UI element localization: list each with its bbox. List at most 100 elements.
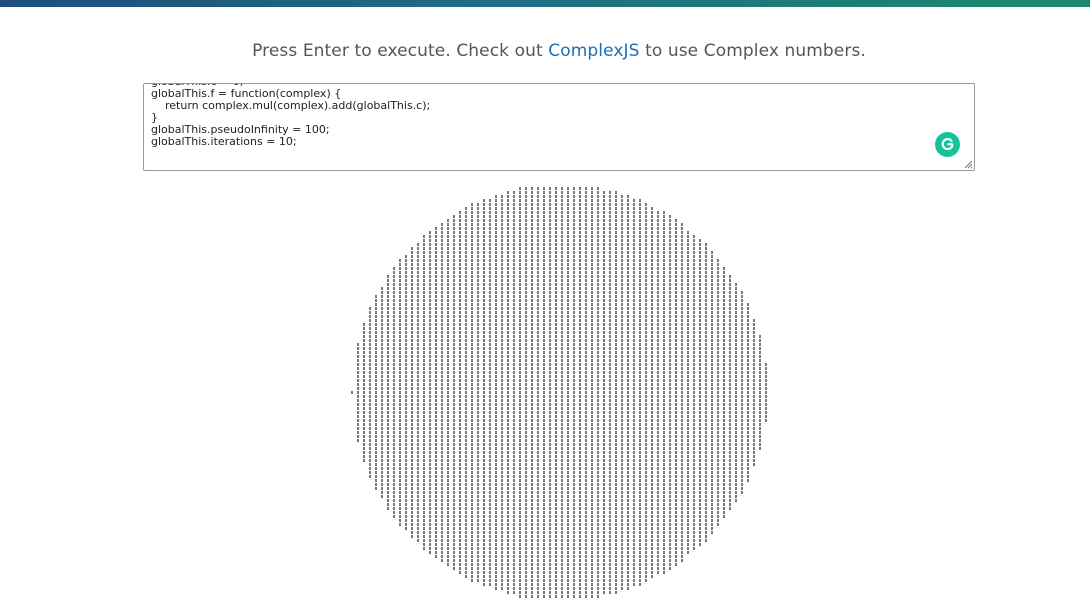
plot-dot [441, 543, 443, 546]
plot-dot [459, 387, 461, 390]
plot-dot [675, 287, 677, 290]
plot-dot [615, 299, 617, 302]
plot-dot [513, 227, 515, 230]
plot-dot [597, 311, 599, 314]
plot-dot [615, 239, 617, 242]
plot-dot [555, 455, 557, 458]
plot-dot [465, 547, 467, 550]
plot-dot [633, 411, 635, 414]
plot-dot [495, 235, 497, 238]
plot-dot [687, 459, 689, 462]
plot-dot [627, 239, 629, 242]
plot-dot [621, 411, 623, 414]
plot-dot [639, 275, 641, 278]
plot-dot [465, 435, 467, 438]
plot-dot [693, 355, 695, 358]
plot-dot [537, 339, 539, 342]
plot-dot [567, 383, 569, 386]
plot-dot [483, 411, 485, 414]
plot-dot [471, 263, 473, 266]
plot-dot [615, 327, 617, 330]
plot-dot [693, 435, 695, 438]
plot-dot [459, 235, 461, 238]
plot-dot [537, 463, 539, 466]
plot-dot [525, 479, 527, 482]
plot-dot [489, 219, 491, 222]
plot-dot [501, 471, 503, 474]
plot-dot [465, 215, 467, 218]
plot-dot [501, 551, 503, 554]
plot-dot [537, 199, 539, 202]
plot-dot [393, 435, 395, 438]
plot-dot [639, 287, 641, 290]
plot-dot [639, 563, 641, 566]
plot-dot [579, 479, 581, 482]
plot-dot [429, 547, 431, 550]
plot-dot [537, 323, 539, 326]
plot-dot [477, 479, 479, 482]
plot-dot [567, 519, 569, 522]
plot-dot [489, 327, 491, 330]
plot-dot [573, 415, 575, 418]
plot-dot [429, 267, 431, 270]
plot-dot [435, 523, 437, 526]
plot-dot [537, 299, 539, 302]
plot-dot [687, 367, 689, 370]
plot-dot [687, 467, 689, 470]
plot-dot [633, 211, 635, 214]
plot-dot [387, 379, 389, 382]
plot-dot [555, 403, 557, 406]
plot-dot [417, 427, 419, 430]
plot-dot [453, 523, 455, 526]
plot-dot [669, 555, 671, 558]
plot-dot [465, 427, 467, 430]
plot-dot [693, 375, 695, 378]
plot-dot [465, 331, 467, 334]
plot-dot [435, 435, 437, 438]
plot-dot [489, 323, 491, 326]
plot-dot [489, 403, 491, 406]
plot-dot [513, 203, 515, 206]
plot-dot [657, 367, 659, 370]
plot-dot [645, 267, 647, 270]
plot-dot [675, 387, 677, 390]
plot-dot [579, 267, 581, 270]
plot-dot [393, 299, 395, 302]
plot-dot [687, 431, 689, 434]
plot-dot [567, 219, 569, 222]
plot-dot [531, 467, 533, 470]
plot-dot [387, 411, 389, 414]
plot-dot [639, 327, 641, 330]
plot-dot [531, 207, 533, 210]
plot-dot [411, 359, 413, 362]
plot-dot [471, 447, 473, 450]
plot-dot [477, 575, 479, 578]
plot-dot [459, 291, 461, 294]
plot-dot [519, 343, 521, 346]
plot-dot [447, 495, 449, 498]
plot-dot [609, 279, 611, 282]
plot-dot [615, 219, 617, 222]
plot-dot [525, 203, 527, 206]
plot-dot [687, 551, 689, 554]
plot-dot [681, 327, 683, 330]
plot-dot [507, 507, 509, 510]
plot-dot [561, 347, 563, 350]
plot-dot [633, 347, 635, 350]
plot-dot [441, 495, 443, 498]
plot-dot [531, 271, 533, 274]
plot-dot [399, 351, 401, 354]
plot-dot [495, 331, 497, 334]
plot-dot [561, 195, 563, 198]
plot-dot [597, 503, 599, 506]
plot-dot [507, 355, 509, 358]
plot-dot [615, 279, 617, 282]
plot-dot [525, 499, 527, 502]
plot-dot [633, 387, 635, 390]
plot-dot [483, 439, 485, 442]
plot-dot [405, 403, 407, 406]
plot-dot [615, 343, 617, 346]
plot-dot [411, 275, 413, 278]
plot-dot [543, 467, 545, 470]
plot-dot [519, 495, 521, 498]
